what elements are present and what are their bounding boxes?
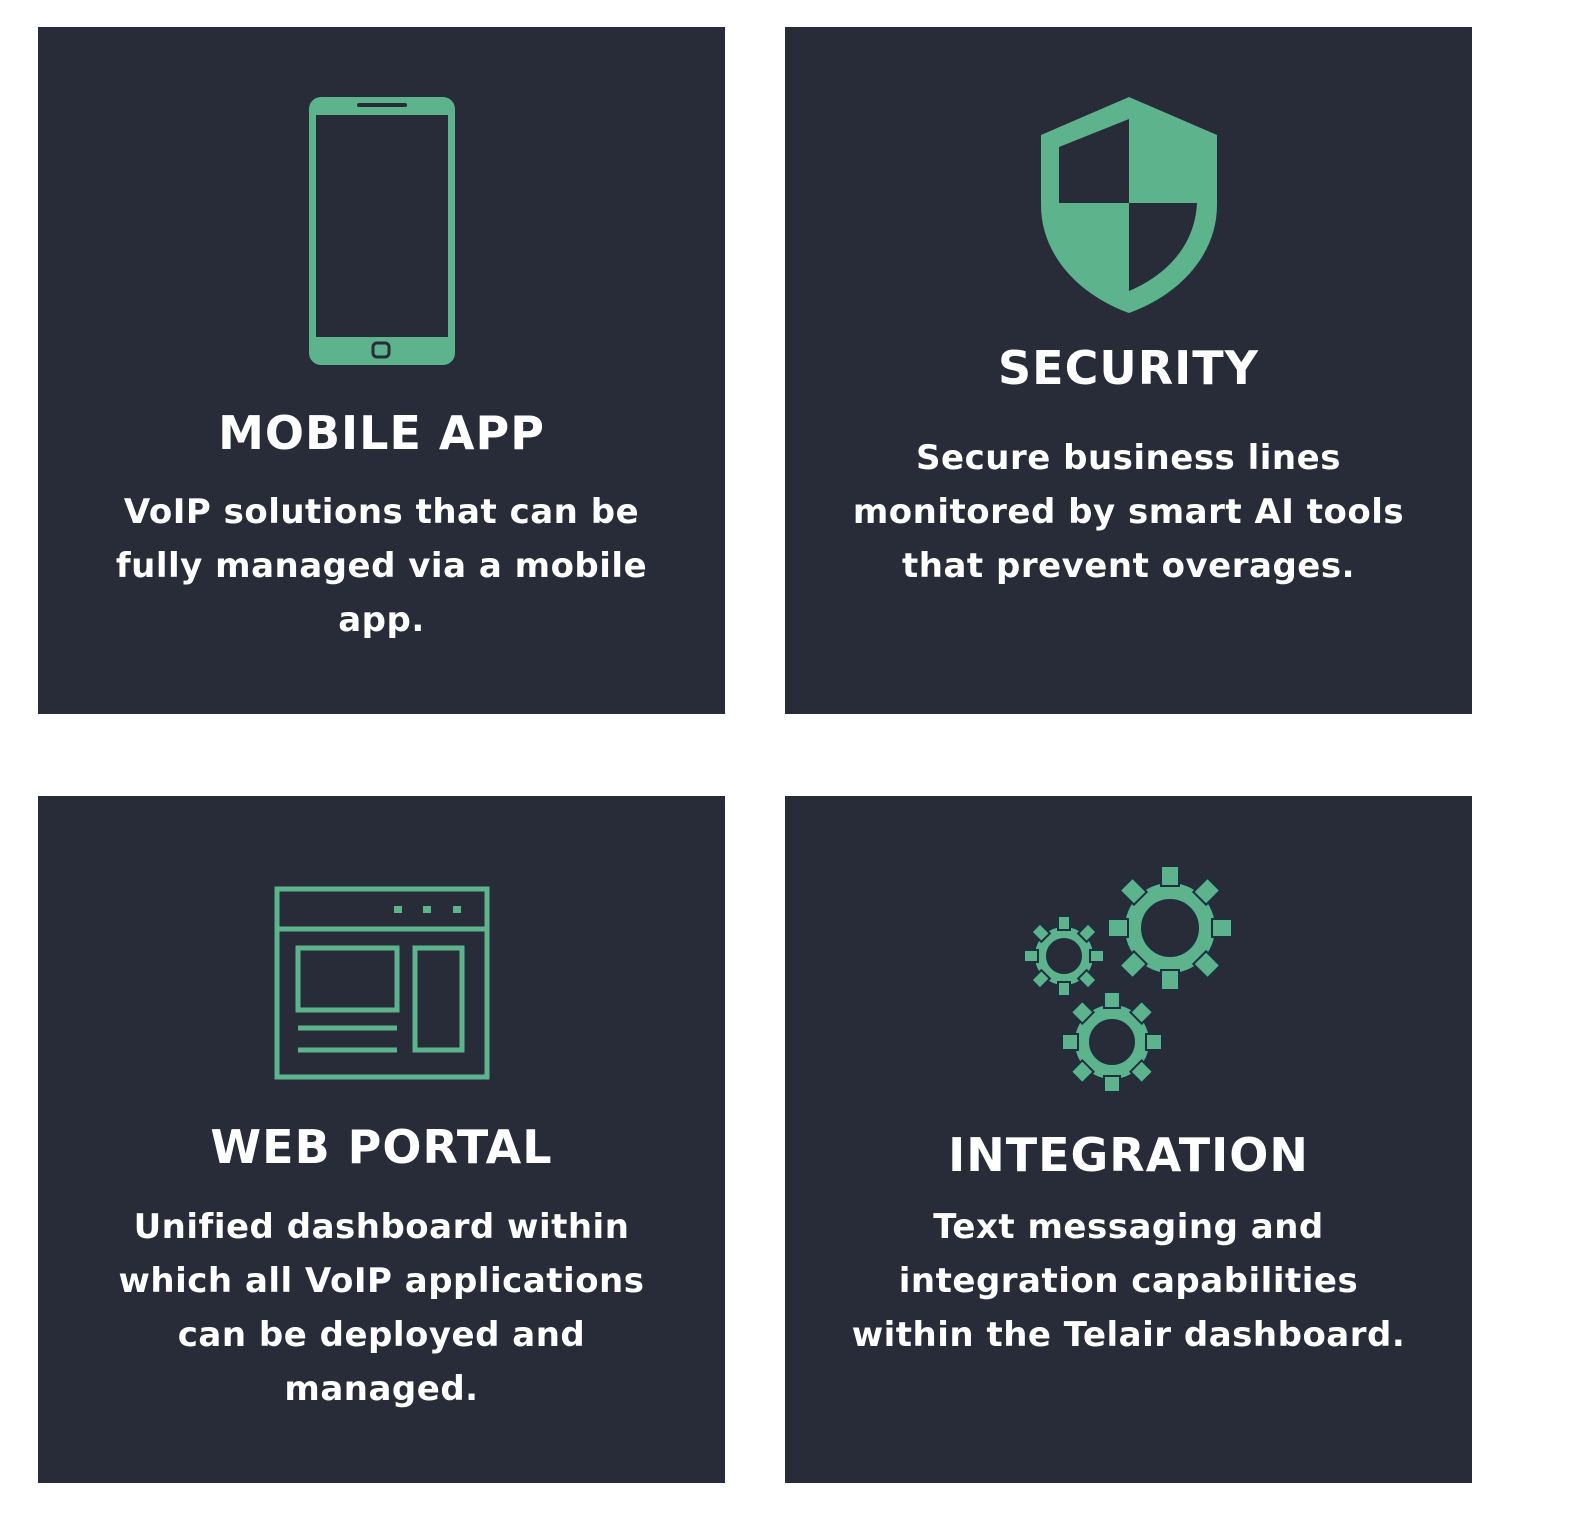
feature-card-integration: INTEGRATION Text messaging and integrati… bbox=[785, 796, 1472, 1483]
card-title: INTEGRATION bbox=[948, 1128, 1309, 1182]
card-description: Unified dashboard within which all VoIP … bbox=[118, 1207, 645, 1409]
card-title: SECURITY bbox=[998, 341, 1259, 395]
card-title: MOBILE APP bbox=[218, 406, 545, 460]
feature-card-web-portal: WEB PORTAL Unified dashboard within whic… bbox=[38, 796, 725, 1483]
feature-card-mobile-app: MOBILE APP VoIP solutions that can be fu… bbox=[38, 27, 725, 714]
card-description: Secure business lines monitored by smart… bbox=[852, 438, 1405, 586]
card-title: WEB PORTAL bbox=[210, 1120, 553, 1174]
feature-card-security: SECURITY Secure business lines monitored… bbox=[785, 27, 1472, 714]
card-description: Text messaging and integration capabilit… bbox=[851, 1207, 1406, 1355]
browser-window-icon bbox=[38, 886, 725, 1080]
gears-icon bbox=[785, 866, 1472, 1096]
card-description: VoIP solutions that can be fully managed… bbox=[115, 492, 648, 640]
mobile-phone-icon bbox=[38, 95, 725, 367]
shield-icon bbox=[785, 95, 1472, 315]
